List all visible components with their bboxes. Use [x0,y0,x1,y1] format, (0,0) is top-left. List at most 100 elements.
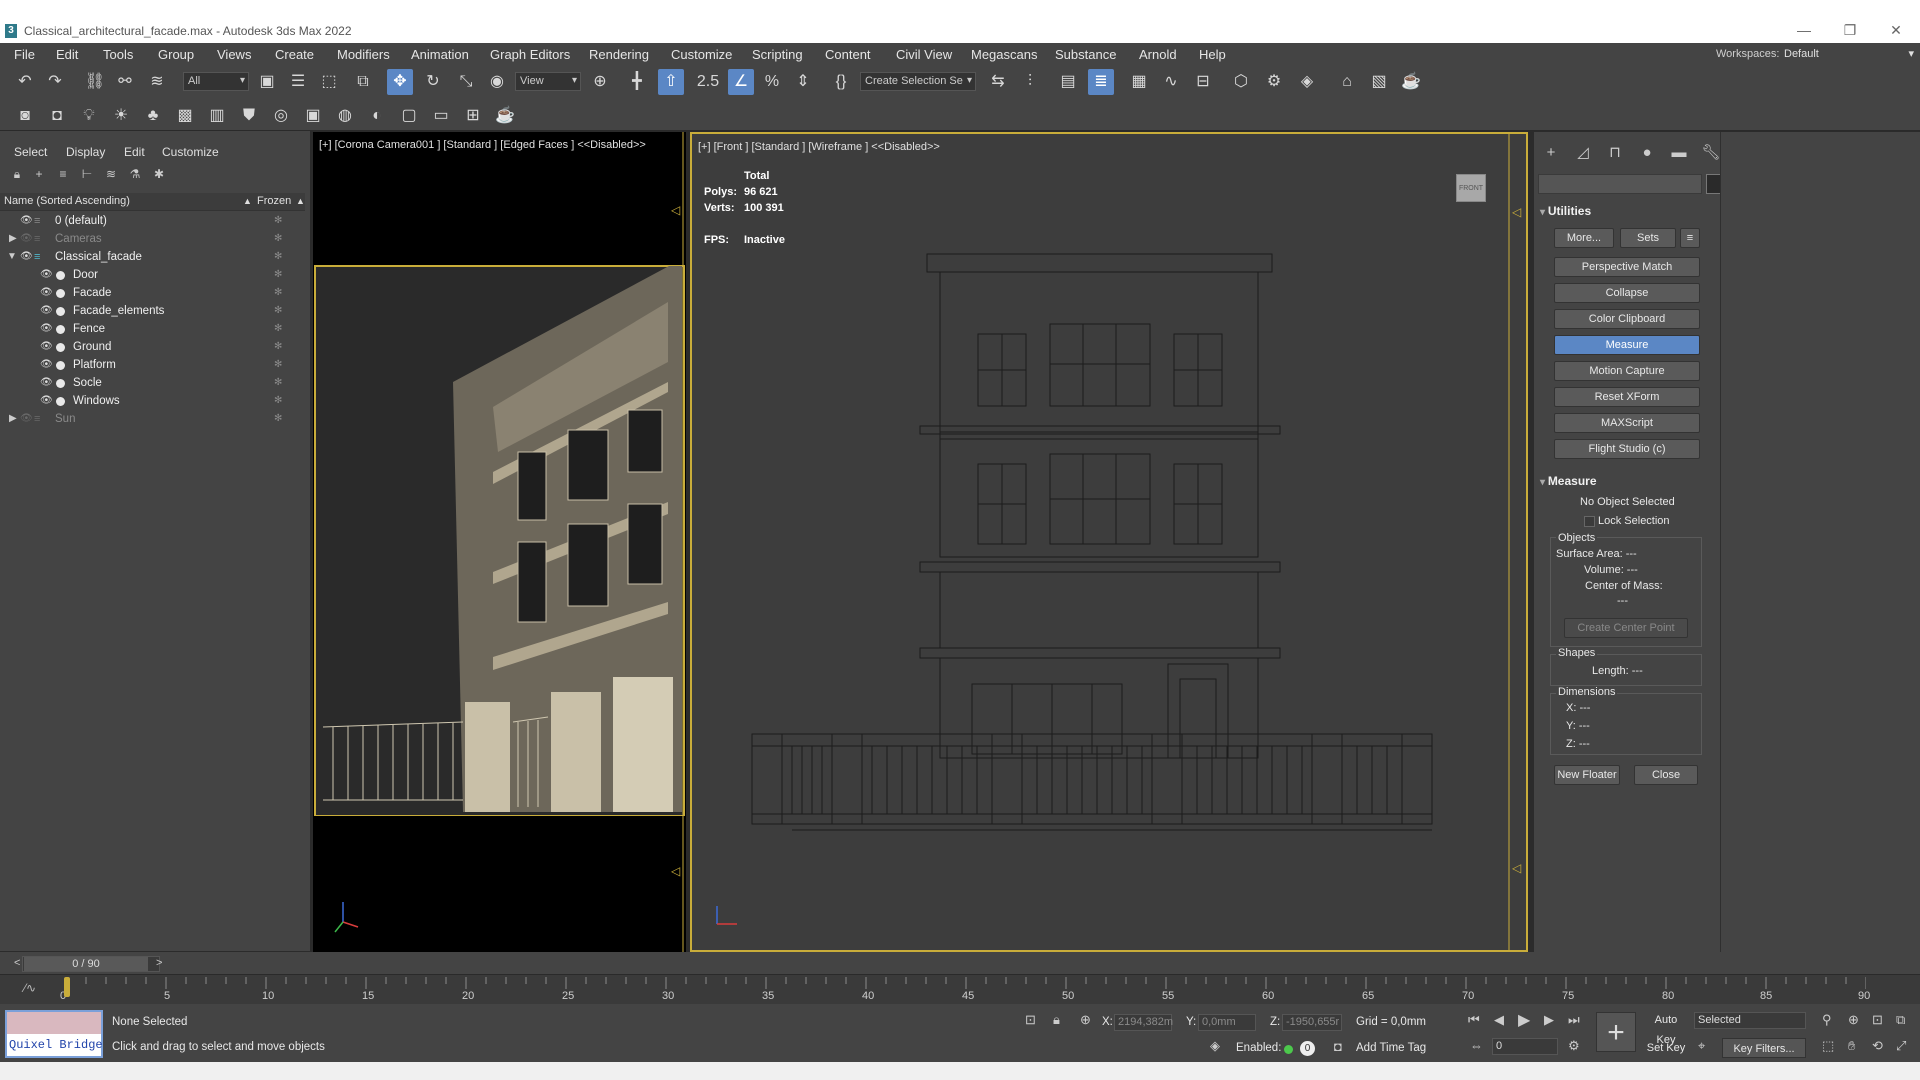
select-object-icon[interactable]: ▣ [254,69,280,95]
window-crossing-icon[interactable]: ⧉ [350,69,376,95]
tree-row-fence[interactable]: 👁︎ Fence ✻ [0,321,305,339]
menu-substance[interactable]: Substance [1055,47,1116,62]
teapot-icon[interactable]: ☕ [492,103,518,129]
select-and-move-icon[interactable]: ✥ [387,69,413,95]
selection-lock-icon[interactable]: 🔒︎ [1053,1012,1060,1028]
front-viewport[interactable]: [+] [Front ] [Standard ] [Wireframe ] <<… [690,132,1528,952]
menu-scripting[interactable]: Scripting [752,47,803,62]
undo-icon[interactable]: ↶ [12,69,38,95]
reference-coordinate-dropdown[interactable]: View [515,72,581,91]
render-production-icon[interactable]: ▧ [1366,69,1392,95]
adaptive-degradation-icon[interactable]: ◈ [1210,1038,1220,1054]
sets-button[interactable]: Sets [1620,228,1676,248]
minimize-icon[interactable]: — [1784,20,1824,40]
safe-frame-icon[interactable]: ▭ [428,103,454,129]
pan-icon[interactable]: ✋︎ [1848,1038,1855,1054]
mini-curve-editor-icon[interactable]: ⁄∿ [24,981,36,995]
y-coord-field[interactable]: 0,0mm [1198,1014,1256,1031]
toggle-scene-explorer-icon[interactable]: ▤ [1055,69,1081,95]
perspective-match-button[interactable]: Perspective Match [1554,257,1700,277]
align-icon[interactable]: ⫶ [1017,69,1043,95]
track-bar[interactable]: ⁄∿ 0 5 10 15 20 25 30 35 40 45 50 55 60 … [0,974,1920,1004]
sun-icon[interactable]: ☀ [108,103,134,129]
tree-row-facade-elements[interactable]: 👁︎ Facade_elements ✻ [0,303,305,321]
percent-snap-icon[interactable]: % [759,69,785,95]
freeze-icon[interactable]: ✻ [274,287,282,298]
freeze-icon[interactable]: ✻ [274,251,282,262]
freeze-icon[interactable]: ✻ [274,341,282,352]
decal-icon[interactable]: ▥ [204,103,230,129]
menu-tools[interactable]: Tools [103,47,133,62]
key-mode-icon[interactable]: ⇔ [1470,1038,1483,1053]
frame-buffer-icon[interactable]: ▣ [300,103,326,129]
spinner-snap-icon[interactable]: ⇕ [790,69,816,95]
keyboard-shortcut-override-icon[interactable]: ⇧ [658,69,684,95]
zoom-extents-icon[interactable]: ⊡ [1872,1012,1883,1028]
render-teapot-icon[interactable]: ☕ [1398,69,1424,95]
enabled-counter[interactable]: 0 [1300,1041,1315,1056]
go-to-end-icon[interactable]: ⏭ [1568,1012,1580,1028]
workspaces-dropdown[interactable]: Default [1784,47,1914,60]
create-center-point-button[interactable]: Create Center Point [1564,618,1688,638]
collapse-button[interactable]: Collapse [1554,283,1700,303]
tree-row-cameras[interactable]: ▶ 👁︎ ≡ Cameras ✻ [0,231,305,249]
motion-capture-button[interactable]: Motion Capture [1554,361,1700,381]
close-button[interactable]: Close [1634,765,1698,785]
filter-icon[interactable]: ⚗ [128,167,142,181]
menu-group[interactable]: Group [158,47,194,62]
visibility-eye-icon[interactable]: 👁︎ [20,233,33,244]
interactive-render-icon[interactable]: ◐ [364,103,390,129]
menu-civil-view[interactable]: Civil View [896,47,952,62]
hierarchy-icon[interactable]: ⊢ [80,167,94,181]
new-floater-button[interactable]: New Floater [1554,765,1620,785]
pivot-center-icon[interactable]: ⊕ [587,69,613,95]
visibility-eye-icon[interactable]: 👁︎ [40,341,53,352]
motion-tab-icon[interactable]: ● [1636,142,1658,164]
menu-customize[interactable]: Customize [671,47,732,62]
tree-row-default-layer[interactable]: 👁︎ ≡ 0 (default) ✻ [0,213,305,231]
menu-views[interactable]: Views [217,47,251,62]
visibility-eye-icon[interactable]: 👁︎ [40,377,53,388]
menu-edit[interactable]: Edit [56,47,78,62]
lock-icon[interactable]: 🔒︎ [10,167,24,181]
play-icon[interactable]: ▶︎ [1518,1010,1530,1030]
close-icon[interactable]: ✕ [1876,20,1916,40]
material-editor-icon[interactable]: ⬡ [1228,69,1254,95]
next-frame-icon[interactable]: > [156,957,162,969]
render-frame-window-icon[interactable]: ⌂ [1334,69,1360,95]
toggle-ribbon-icon[interactable]: ▦ [1126,69,1152,95]
name-column-header[interactable]: Name (Sorted Ascending) [4,195,130,207]
zoom-all-icon[interactable]: ⊕ [1848,1012,1859,1028]
modify-tab-icon[interactable]: ◿ [1572,142,1594,164]
render-setup-icon[interactable]: ⚙ [1261,69,1287,95]
scatter-icon[interactable]: ♣ [140,103,166,129]
explorer-menu-edit[interactable]: Edit [124,145,145,159]
maxscript-button[interactable]: MAXScript [1554,413,1700,433]
display-tab-icon[interactable]: ▬ [1668,142,1690,164]
visibility-eye-icon[interactable]: 👁︎ [40,269,53,280]
key-filters-button[interactable]: Key Filters... [1722,1038,1806,1058]
more-button[interactable]: More... [1554,228,1614,248]
key-mode-toggle-icon[interactable]: ⌖ [1698,1038,1705,1054]
axis-constraint-icon[interactable]: ╋ [624,69,650,95]
cameras-icon[interactable]: ◘ [44,103,70,129]
utilities-tab-icon[interactable]: 🔧︎ [1700,142,1722,164]
collapse-arrow-icon[interactable]: ▼ [7,251,17,262]
maximize-icon[interactable]: ❐ [1830,20,1870,40]
freeze-icon[interactable]: ✻ [274,377,282,388]
configure-sets-icon[interactable]: ≡ [1680,228,1700,248]
light-icon[interactable]: 💡︎ [76,103,102,129]
visibility-eye-icon[interactable]: 👁︎ [20,413,33,424]
isolate-selection-icon[interactable]: ⊡ [1025,1012,1036,1028]
menu-rendering[interactable]: Rendering [589,47,649,62]
tree-row-ground[interactable]: 👁︎ Ground ✻ [0,339,305,357]
freeze-icon[interactable]: ✻ [274,395,282,406]
frozen-column-header[interactable]: Frozen [257,195,291,207]
expand-arrow-icon[interactable]: ▶ [9,233,17,244]
named-selection-dropdown[interactable]: Create Selection Se [860,72,976,91]
sort-icon[interactable]: ≋ [104,167,118,181]
visibility-eye-icon[interactable]: 👁︎ [40,287,53,298]
create-tab-icon[interactable]: + [1540,142,1562,164]
schematic-view-icon[interactable]: ⊟ [1190,69,1216,95]
camera-icon[interactable]: ◙ [12,103,38,129]
